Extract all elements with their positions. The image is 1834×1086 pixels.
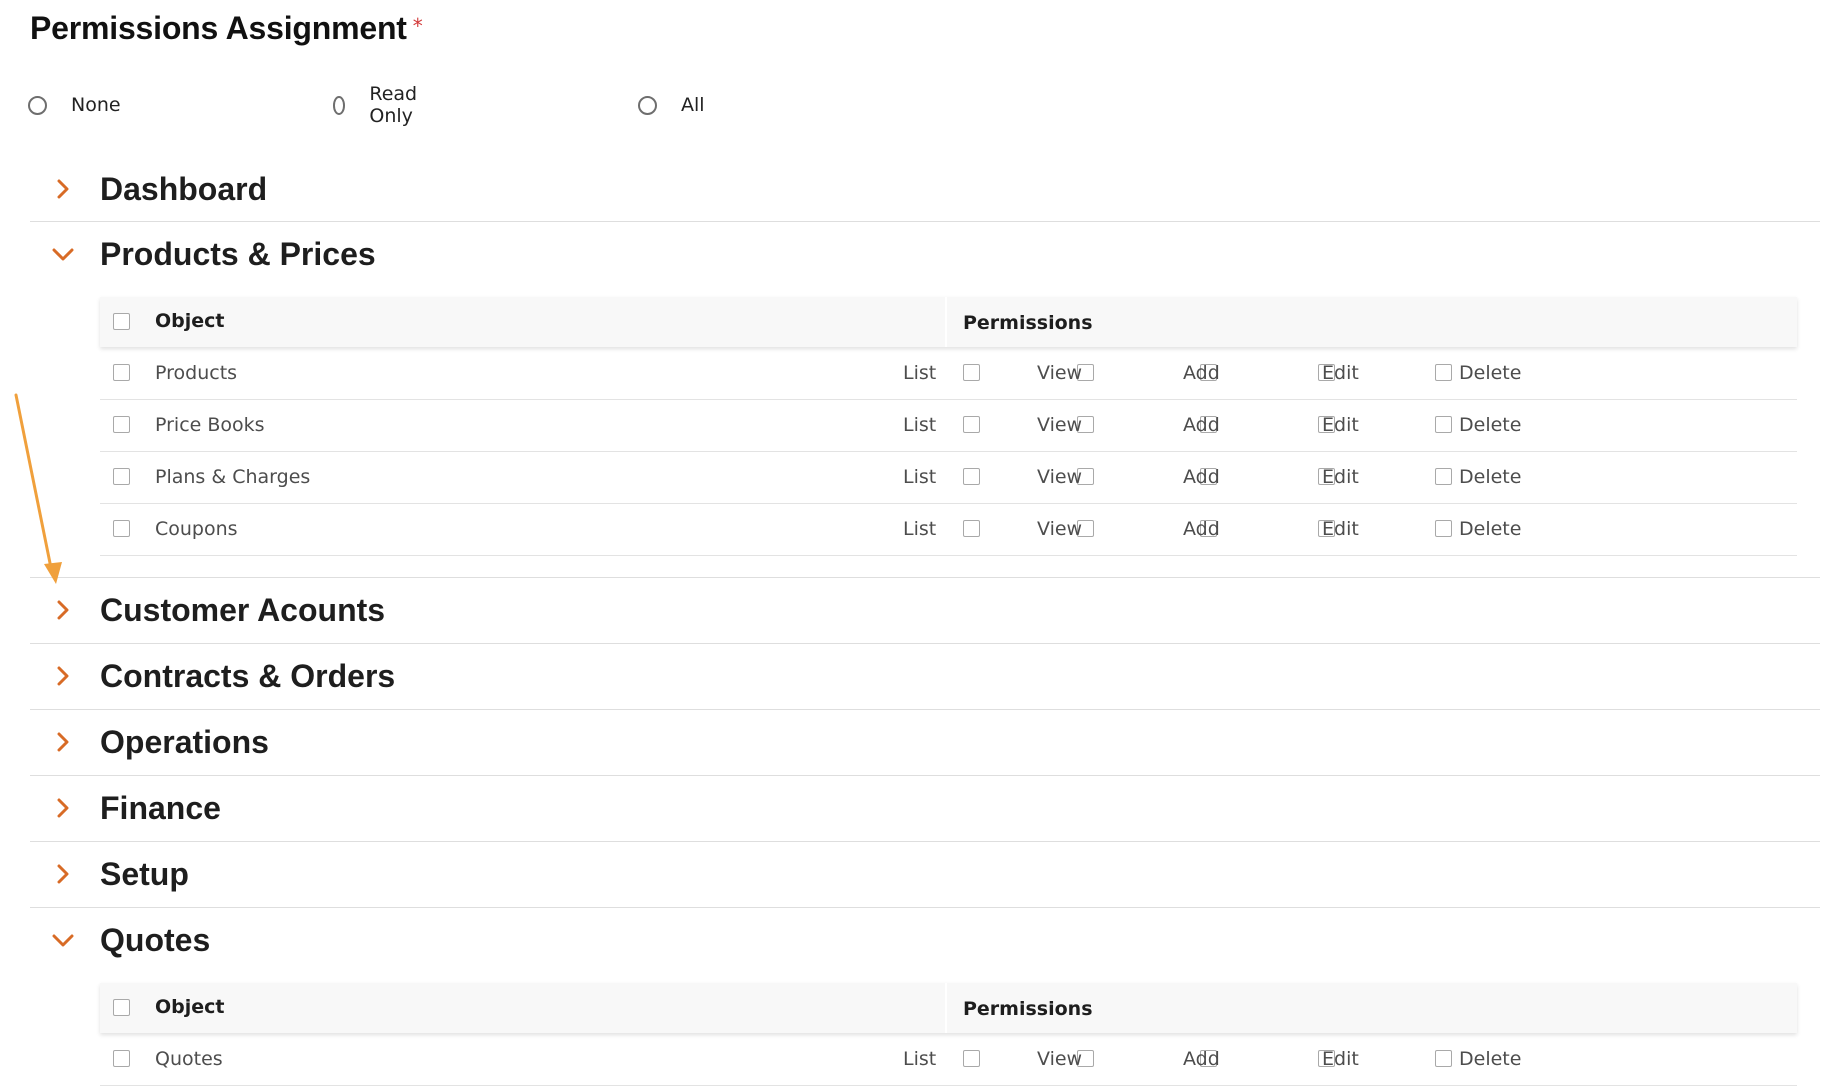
object-checkbox[interactable]	[113, 364, 130, 381]
permission-label: Delete	[1459, 414, 1522, 436]
permission-label: Delete	[1459, 362, 1522, 384]
permissions-column-header: Permissions	[963, 998, 1093, 1020]
radio-label: All	[681, 94, 705, 116]
table-header: Object Permissions	[100, 983, 1797, 1033]
table-row: Price Books List View Add Edit Delete	[100, 399, 1797, 452]
page-header: Permissions Assignment *	[30, 8, 423, 48]
permission-checkbox-list[interactable]	[963, 520, 980, 537]
radio-circle-icon[interactable]	[638, 95, 657, 115]
chevron-right-icon[interactable]	[52, 797, 74, 819]
permission-label: Add	[1183, 1048, 1220, 1070]
object-checkbox[interactable]	[113, 520, 130, 537]
radio-label: None	[71, 94, 121, 116]
radio-none[interactable]: None	[28, 90, 121, 120]
permission-checkbox-delete[interactable]	[1435, 416, 1452, 433]
chevron-right-icon[interactable]	[52, 599, 74, 621]
table-row: Coupons List View Add Edit Delete	[100, 503, 1797, 556]
section-quotes[interactable]: Quotes	[30, 908, 1820, 972]
section-title: Contracts & Orders	[100, 657, 396, 694]
permission-label: View	[1037, 466, 1083, 488]
object-checkbox[interactable]	[113, 416, 130, 433]
permission-label: List	[903, 414, 937, 436]
permission-checkbox-list[interactable]	[963, 416, 980, 433]
permission-checkbox-list[interactable]	[963, 364, 980, 381]
section-setup[interactable]: Setup	[30, 842, 1820, 906]
section-title: Dashboard	[100, 170, 268, 207]
chevron-down-icon[interactable]	[52, 929, 74, 951]
page-title: Permissions Assignment	[30, 9, 407, 46]
section-title: Finance	[100, 789, 221, 826]
chevron-right-icon[interactable]	[52, 665, 74, 687]
permission-label: Edit	[1322, 518, 1359, 540]
object-name: Quotes	[155, 1048, 223, 1070]
chevron-right-icon[interactable]	[52, 178, 74, 200]
radio-read-only[interactable]: Read Only	[333, 83, 424, 127]
radio-circle-icon[interactable]	[333, 95, 346, 115]
permission-label: Add	[1183, 518, 1220, 540]
permission-label: Add	[1183, 466, 1220, 488]
section-customer-accounts[interactable]: Customer Acounts	[30, 578, 1820, 642]
radio-label: Read Only	[369, 83, 418, 127]
select-all-checkbox[interactable]	[113, 999, 130, 1016]
permission-label: Edit	[1322, 1048, 1359, 1070]
section-title: Products & Prices	[100, 235, 376, 272]
object-name: Price Books	[155, 414, 265, 436]
permissions-page: Permissions Assignment * None Read Only …	[0, 0, 1834, 1086]
permission-label: Delete	[1459, 1048, 1522, 1070]
table-row: Products List View Add Edit Delete	[100, 347, 1797, 400]
header-separator	[945, 297, 947, 347]
permission-checkbox-list[interactable]	[963, 468, 980, 485]
object-name: Products	[155, 362, 238, 384]
radio-circle-icon[interactable]	[28, 95, 47, 115]
section-dashboard[interactable]: Dashboard	[30, 157, 1820, 221]
header-separator	[945, 983, 947, 1033]
permission-label: View	[1037, 414, 1083, 436]
object-column-header: Object	[155, 996, 225, 1018]
object-name: Coupons	[155, 518, 238, 540]
permission-label: View	[1037, 518, 1083, 540]
permission-label: Edit	[1322, 414, 1359, 436]
table-row: Quotes List View Add Edit Delete	[100, 1033, 1797, 1086]
permission-label: List	[903, 518, 937, 540]
object-name: Plans & Charges	[155, 466, 311, 488]
section-contracts-orders[interactable]: Contracts & Orders	[30, 644, 1820, 708]
object-column-header: Object	[155, 310, 225, 332]
permission-label: List	[903, 1048, 937, 1070]
permissions-column-header: Permissions	[963, 312, 1093, 334]
radio-all[interactable]: All	[638, 90, 705, 120]
chevron-right-icon[interactable]	[52, 863, 74, 885]
permission-checkbox-delete[interactable]	[1435, 364, 1452, 381]
permission-checkbox-delete[interactable]	[1435, 468, 1452, 485]
permission-label: Delete	[1459, 518, 1522, 540]
permission-checkbox-delete[interactable]	[1435, 520, 1452, 537]
section-title: Customer Acounts	[100, 591, 386, 628]
select-all-checkbox[interactable]	[113, 313, 130, 330]
permission-label: Add	[1183, 362, 1220, 384]
section-products-prices[interactable]: Products & Prices	[30, 222, 1820, 286]
table-header: Object Permissions	[100, 297, 1797, 347]
permission-label: Edit	[1322, 362, 1359, 384]
permission-label: List	[903, 466, 937, 488]
section-title: Setup	[100, 855, 189, 892]
required-marker: *	[412, 14, 423, 38]
section-operations[interactable]: Operations	[30, 710, 1820, 774]
permission-checkbox-list[interactable]	[963, 1050, 980, 1067]
permission-label: Edit	[1322, 466, 1359, 488]
permission-label: View	[1037, 1048, 1083, 1070]
table-row: Plans & Charges List View Add Edit Delete	[100, 451, 1797, 504]
section-title: Quotes	[100, 921, 211, 958]
section-finance[interactable]: Finance	[30, 776, 1820, 840]
chevron-down-icon[interactable]	[52, 243, 74, 265]
chevron-right-icon[interactable]	[52, 731, 74, 753]
permission-label: Add	[1183, 414, 1220, 436]
permission-label: View	[1037, 362, 1083, 384]
permission-label: Delete	[1459, 466, 1522, 488]
permission-label: List	[903, 362, 937, 384]
object-checkbox[interactable]	[113, 468, 130, 485]
object-checkbox[interactable]	[113, 1050, 130, 1067]
permission-checkbox-delete[interactable]	[1435, 1050, 1452, 1067]
section-title: Operations	[100, 723, 269, 760]
